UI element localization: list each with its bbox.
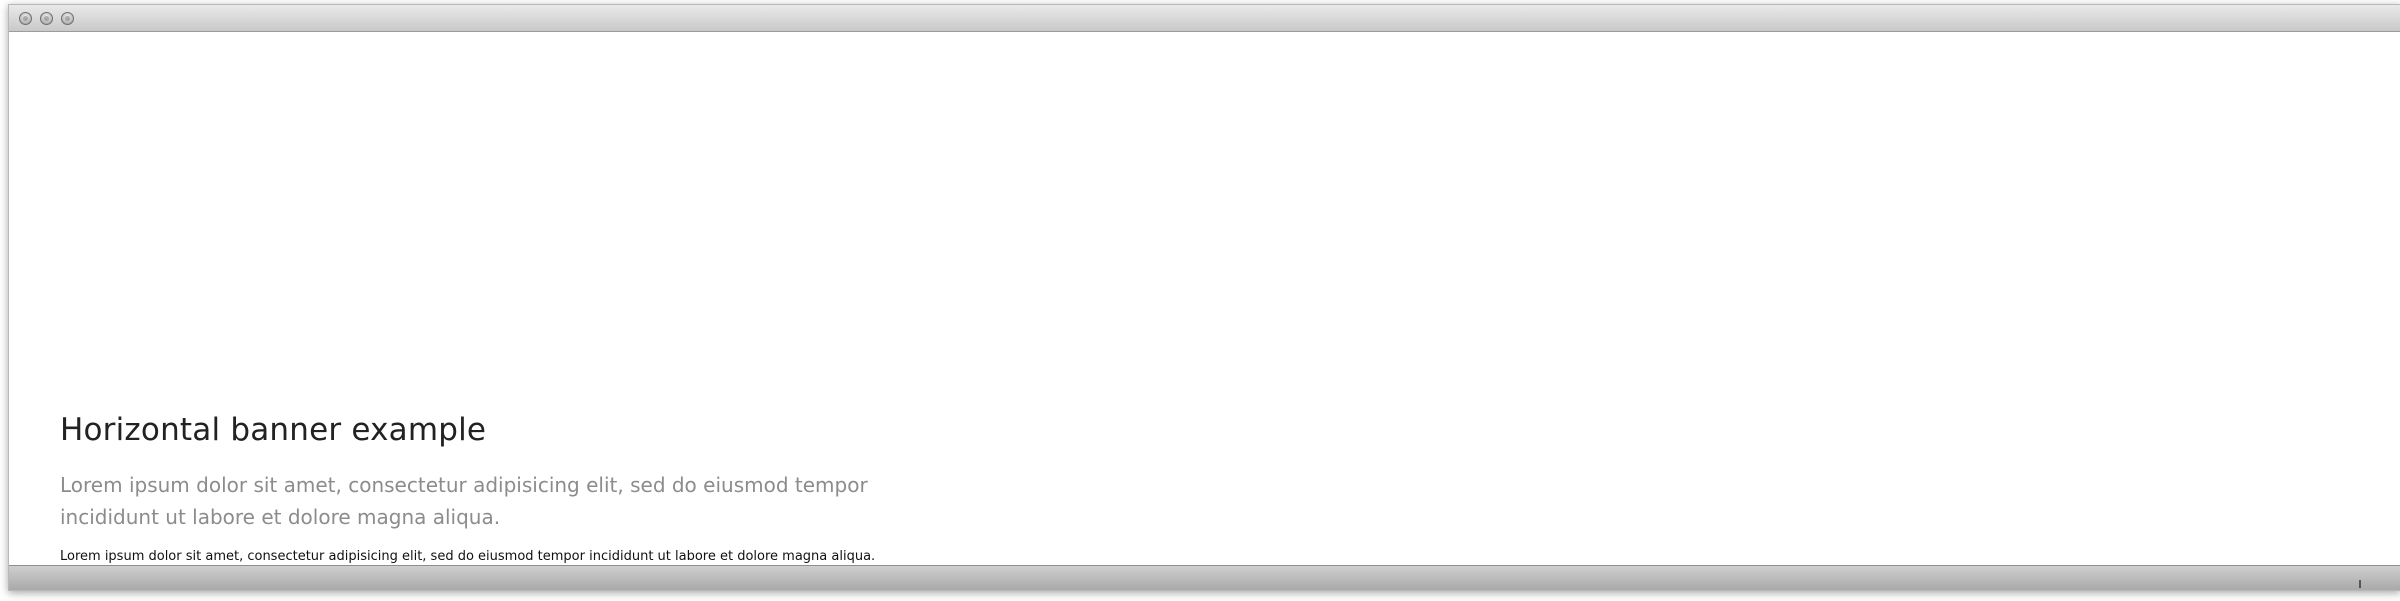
zoom-window-icon[interactable]: [61, 12, 74, 25]
horizontal-banner: [9, 32, 2400, 412]
page-content: Horizontal banner example Lorem ipsum do…: [9, 32, 2400, 566]
body-paragraph: Lorem ipsum dolor sit amet, consectetur …: [60, 549, 876, 564]
close-window-icon[interactable]: [19, 12, 32, 25]
title-bar[interactable]: [9, 5, 2400, 32]
browser-window: Horizontal banner example Lorem ipsum do…: [8, 4, 2400, 591]
page-title: Horizontal banner example: [60, 412, 487, 448]
resize-grip-icon[interactable]: [2359, 580, 2361, 588]
lead-paragraph: Lorem ipsum dolor sit amet, consectetur …: [60, 473, 868, 529]
status-bar: [9, 565, 2400, 590]
minimize-window-icon[interactable]: [40, 12, 53, 25]
